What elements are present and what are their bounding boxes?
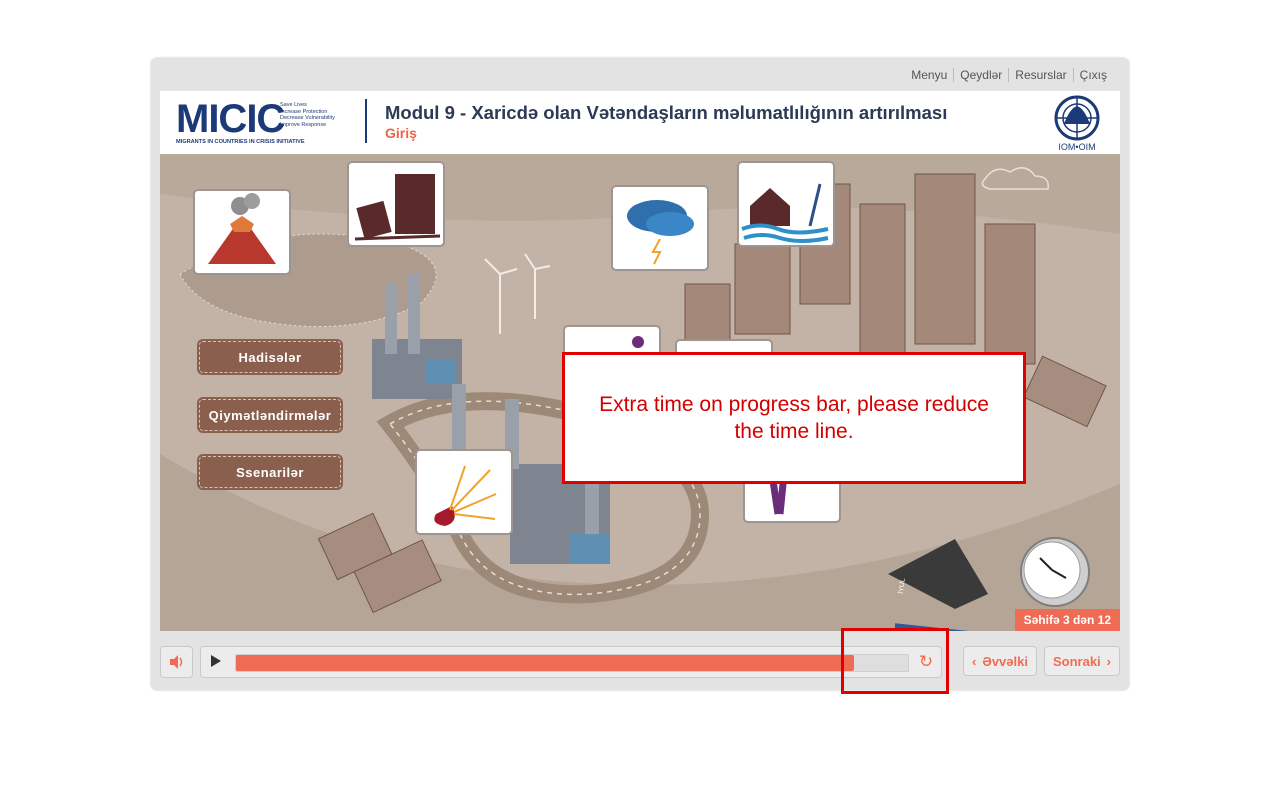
next-label: Sonraki bbox=[1052, 653, 1101, 669]
page-indicator: Səhifə 3 dən 12 bbox=[1014, 609, 1120, 631]
playback-controls: ↻ ‹ Əvvəlki Sonraki › bbox=[160, 646, 1120, 678]
section-subtitle: Giriş bbox=[385, 125, 417, 141]
storm-card bbox=[611, 185, 709, 271]
svg-text:IOM•OIM: IOM•OIM bbox=[1058, 142, 1095, 152]
explosion-card bbox=[415, 449, 513, 535]
header-divider bbox=[365, 99, 367, 143]
clock-icon bbox=[1020, 537, 1090, 607]
volcano-card bbox=[193, 189, 291, 275]
chevron-right-icon: › bbox=[1106, 653, 1112, 669]
top-menu: Menyu Qeydlər Resurslar Çıxış bbox=[905, 68, 1113, 82]
notes-link[interactable]: Qeydlər bbox=[953, 68, 1008, 82]
earthquake-card bbox=[347, 161, 445, 247]
scenarios-button[interactable]: Ssenarilər bbox=[199, 456, 341, 488]
volume-button[interactable] bbox=[160, 646, 193, 678]
review-annotation: Extra time on progress bar, please reduc… bbox=[562, 352, 1026, 484]
annotation-text: Extra time on progress bar, please reduc… bbox=[599, 393, 989, 443]
progress-fill bbox=[236, 655, 855, 671]
progress-track[interactable] bbox=[235, 654, 909, 672]
next-button[interactable]: Sonraki › bbox=[1044, 646, 1120, 676]
micic-logo: MICIC Save Lives Increase Protection Dec… bbox=[176, 99, 346, 147]
progress-control: ↻ bbox=[200, 646, 942, 678]
module-title: Modul 9 - Xaricdə olan Vətəndaşların məl… bbox=[385, 102, 948, 123]
speaker-icon bbox=[170, 655, 183, 669]
iom-globe-icon: IOM•OIM bbox=[1054, 95, 1100, 152]
course-header: MICIC Save Lives Increase Protection Dec… bbox=[160, 91, 1120, 154]
exit-link[interactable]: Çıxış bbox=[1072, 68, 1113, 82]
resources-link[interactable]: Resurslar bbox=[1008, 68, 1072, 82]
chevron-left-icon: ‹ bbox=[972, 653, 977, 669]
logo-subline: MIGRANTS IN COUNTRIES IN CRISIS INITIATI… bbox=[176, 139, 305, 145]
play-icon[interactable] bbox=[211, 655, 221, 667]
logo-wordmark: MICIC bbox=[176, 97, 285, 141]
menu-link[interactable]: Menyu bbox=[905, 68, 953, 82]
previous-label: Əvvəlki bbox=[982, 653, 1028, 669]
logo-taglines: Save Lives Increase Protection Decrease … bbox=[280, 102, 335, 128]
annotation-highlight bbox=[841, 628, 949, 694]
iom-logo: IOM•OIM bbox=[1048, 94, 1106, 152]
assessments-button[interactable]: Qiymətləndirmələr bbox=[199, 399, 341, 431]
events-button[interactable]: Hadisələr bbox=[199, 341, 341, 373]
flood-card bbox=[737, 161, 835, 247]
previous-button[interactable]: ‹ Əvvəlki bbox=[963, 646, 1037, 676]
